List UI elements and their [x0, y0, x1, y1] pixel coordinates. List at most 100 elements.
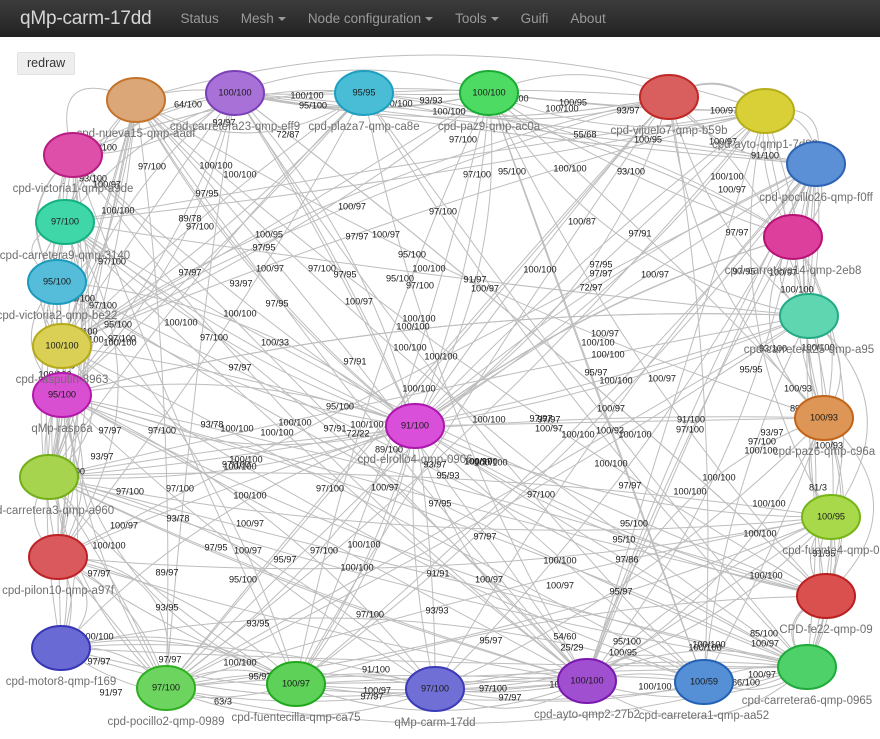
- edge-quality-label: 63/3: [214, 696, 232, 706]
- node-name-label: cpd-paz6-qmp-c96a: [773, 446, 876, 458]
- nav-item-mesh[interactable]: Mesh: [230, 0, 297, 37]
- edge-quality-label: 100/100: [743, 528, 776, 538]
- node-metric-label: 95/95: [353, 87, 376, 97]
- edge-quality-label: 100/97: [475, 574, 503, 584]
- edge-quality-label: 100/100: [474, 457, 507, 467]
- edge-quality-label: 100/97: [110, 520, 138, 530]
- node-ellipse[interactable]: [786, 141, 846, 187]
- edge-quality-label: 100/100: [710, 171, 743, 181]
- nav-item-mesh-label: Mesh: [240, 11, 274, 26]
- edge-quality-label: 97/97: [88, 656, 111, 666]
- edge-quality-label: 100/100: [92, 540, 125, 550]
- nav-item-node-configuration-label: Node configuration: [307, 11, 422, 26]
- edge-quality-label: 97/97: [361, 691, 384, 701]
- node-ellipse[interactable]: [779, 293, 839, 339]
- node-name-label: cpd-carretera1-qmp-aa52: [639, 710, 769, 722]
- nav-item-about-label: About: [570, 11, 606, 26]
- edge-quality-label: 97/95: [196, 188, 219, 198]
- edge-quality-label: 100/100: [618, 429, 651, 439]
- node-metric-label: 100/100: [472, 87, 505, 97]
- edge-quality-label: 97/97: [346, 231, 369, 241]
- node-name-label: cpd-victoria2-qmp-be22: [0, 310, 117, 322]
- edge-quality-label: 89/97: [156, 567, 179, 577]
- nav-item-tools[interactable]: Tools: [444, 0, 510, 37]
- edge-quality-label: 100/95: [609, 647, 637, 657]
- edge-quality-label: 97/97: [619, 480, 642, 490]
- nav-item-status-label: Status: [180, 11, 219, 26]
- edge-quality-label: 93/97: [617, 105, 640, 115]
- edge-quality-label: 97/95: [266, 298, 289, 308]
- node-ellipse[interactable]: [763, 214, 823, 260]
- edge-quality-label: 100/100: [278, 417, 311, 427]
- node-metric-label: 100/100: [45, 340, 78, 350]
- edge-quality-label: 100/97: [234, 545, 262, 555]
- nav-item-node-configuration[interactable]: Node configuration: [297, 0, 444, 37]
- node-name-label: cpd-carretera6-qmp-0965: [742, 695, 872, 707]
- edge-quality-label: 81/3: [809, 482, 827, 492]
- node-metric-label: 100/100: [570, 675, 603, 685]
- edge-quality-label: 72/22: [347, 428, 370, 438]
- edge-quality-label: 93/93: [420, 95, 443, 105]
- nav-item-guifi[interactable]: Guifi: [510, 0, 560, 37]
- edge-quality-label: 93/78: [201, 419, 224, 429]
- node-ellipse[interactable]: [106, 77, 166, 123]
- edge-quality-label: 100/97: [345, 296, 373, 306]
- graph-node-ayto2[interactable]: 100/100 cpd-ayto-qmp2-27b2: [534, 658, 640, 721]
- node-metric-label: 95/100: [43, 276, 71, 286]
- graph-svg[interactable]: 64/100100/100100/10095/100100/10093/9310…: [0, 37, 880, 739]
- node-ellipse[interactable]: [735, 88, 795, 134]
- edge-quality-label: 97/91: [344, 356, 367, 366]
- node-metric-label: 91/100: [401, 420, 429, 430]
- edge-quality-label: 100/97: [371, 482, 399, 492]
- node-ellipse[interactable]: [31, 625, 91, 671]
- node-ellipse[interactable]: [777, 644, 837, 690]
- node-name-label: cpd-paz9-qmp-ac0a: [438, 121, 541, 133]
- edge-quality-label: 100/100: [260, 427, 293, 437]
- edge-quality-label: 100/100: [393, 342, 426, 352]
- graph-edge: [135, 99, 588, 682]
- edge-quality-label: 97/95: [334, 269, 357, 279]
- edge-quality-label: 97/97: [499, 692, 522, 702]
- navbar-brand[interactable]: qMp-carm-17dd: [0, 8, 170, 30]
- edge-quality-label: 97/100: [527, 489, 555, 499]
- node-ellipse[interactable]: [43, 132, 103, 178]
- edge-quality-label: 95/95: [740, 364, 763, 374]
- nav-item-guifi-label: Guifi: [520, 11, 549, 26]
- edge-quality-label: 100/100: [543, 555, 576, 565]
- edge-quality-label: 89/100: [375, 444, 403, 454]
- edge-quality-label: 97/97: [229, 362, 252, 372]
- edge-quality-label: 100/100: [553, 163, 586, 173]
- edge-quality-label: 95/93: [437, 470, 460, 480]
- graph-edge: [234, 92, 416, 427]
- node-ellipse[interactable]: [19, 454, 79, 500]
- nav-item-about[interactable]: About: [559, 0, 616, 37]
- graph-edge: [792, 236, 845, 518]
- edge-quality-label: 93/95: [156, 602, 179, 612]
- node-ellipse[interactable]: [796, 573, 856, 619]
- edge-quality-label: 100/97: [748, 669, 776, 679]
- edge-quality-label: 100/100: [692, 639, 725, 649]
- edge-quality-label: 100/100: [347, 539, 380, 549]
- graph-node-paz6[interactable]: 100/93 cpd-paz6-qmp-c96a: [773, 395, 876, 458]
- redraw-button[interactable]: redraw: [17, 52, 76, 75]
- edge-quality-label: 100/33: [261, 337, 289, 347]
- node-name-label: cpd-elrollo4-qmp-0906: [357, 454, 472, 466]
- graph-edge: [135, 99, 169, 689]
- node-name-label: cpd-pocillo2-qmp-0989: [108, 716, 225, 728]
- edge-quality-label: 25/29: [561, 642, 584, 652]
- edge-quality-label: 97/97: [726, 227, 749, 237]
- edge-quality-label: 100/97: [546, 580, 574, 590]
- graph-node-fuente4[interactable]: 100/95 cpd-fuente4-qmp-0: [782, 494, 880, 557]
- node-metric-label: 100/97: [282, 678, 310, 688]
- graph-node-carretera25[interactable]: cpd-carretera25-qmp-a95: [744, 293, 874, 356]
- node-ellipse[interactable]: [28, 534, 88, 580]
- edge-quality-label: 100/97: [597, 403, 625, 413]
- node-name-label: qMp-carm-17dd: [394, 717, 475, 729]
- nav-item-status[interactable]: Status: [170, 0, 230, 37]
- mesh-topology-graph[interactable]: 64/100100/100100/10095/100100/10093/9310…: [0, 37, 880, 739]
- edge-quality-label: 100/97: [236, 518, 264, 528]
- edge-quality-label: 100/100: [402, 383, 435, 393]
- edge-quality-label: 54/60: [554, 631, 577, 641]
- node-ellipse[interactable]: [639, 74, 699, 120]
- edge-quality-label: 95/97: [274, 554, 297, 564]
